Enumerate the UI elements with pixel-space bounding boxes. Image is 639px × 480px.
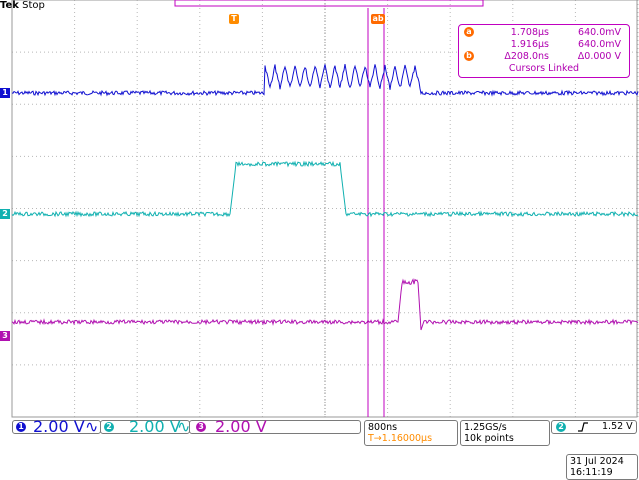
ch1-coupling-icon: ∿ [85,417,99,436]
cursor-b-icon: b [464,51,474,61]
cursor-a-icon: a [464,27,474,37]
trigger-panel[interactable]: 2 1.52 V [551,420,637,434]
ch3-scale-box[interactable]: 3 2.00 V [189,417,361,436]
sample-rate: 1.25GS/s [464,422,507,433]
cursors-linked-label: Cursors Linked [508,63,580,74]
time-label: 16:11:19 [570,467,613,478]
trigger-position-icon: T [229,14,239,24]
ch3-scale: 2.00 V [215,417,267,436]
ch2-scale: 2.00 V [129,417,181,436]
cursor-a-row: a 1.708µs 640.0mV [459,27,629,39]
ch2-icon: 2 [104,422,114,432]
record-length: 10k points [464,433,514,444]
ch1-ground-marker-icon[interactable]: 1 [0,88,10,98]
ch1-scale-box[interactable]: 1 2.00 V ∿ [12,417,101,436]
trigger-source-icon: 2 [556,422,566,432]
trigger-position-value: T→1.16000µs [368,433,433,444]
datetime-panel: 31 Jul 2024 16:11:19 [566,454,638,480]
cursor-delta-time: Δ208.0ns [504,51,549,62]
ch3-ground-marker-icon[interactable]: 3 [0,331,10,341]
cursor-delta-voltage: Δ0.000 V [577,51,621,62]
horizontal-panel[interactable]: 800ns T→1.16000µs [364,420,458,446]
cursor-b-time: 1.916µs [510,39,549,50]
ch2-ground-marker-icon[interactable]: 2 [0,209,10,219]
ch1-scale: 2.00 V [33,417,85,436]
cursor-b-voltage: 640.0mV [578,39,621,50]
cursor-a-voltage: 640.0mV [578,27,621,38]
cursor-b-row: 1.916µs 640.0mV [459,39,629,51]
cursor-delta-row: b Δ208.0ns Δ0.000 V [459,51,629,63]
cursor-a-time: 1.708µs [510,27,549,38]
ch2-scale-box[interactable]: 2 2.00 V ∿ [100,417,190,436]
rising-edge-icon [578,422,588,432]
record-view-indicator [174,0,484,7]
timebase-value: 800ns [368,422,398,433]
cursor-ab-icon: ab [371,14,385,24]
trigger-level: 1.52 V [602,421,633,432]
ch1-icon: 1 [16,422,26,432]
date-label: 31 Jul 2024 [570,456,624,467]
ch3-icon: 3 [196,422,206,432]
cursor-readout-panel: a 1.708µs 640.0mV 1.916µs 640.0mV b Δ208… [458,24,630,78]
acquisition-panel[interactable]: 1.25GS/s 10k points [460,420,550,446]
